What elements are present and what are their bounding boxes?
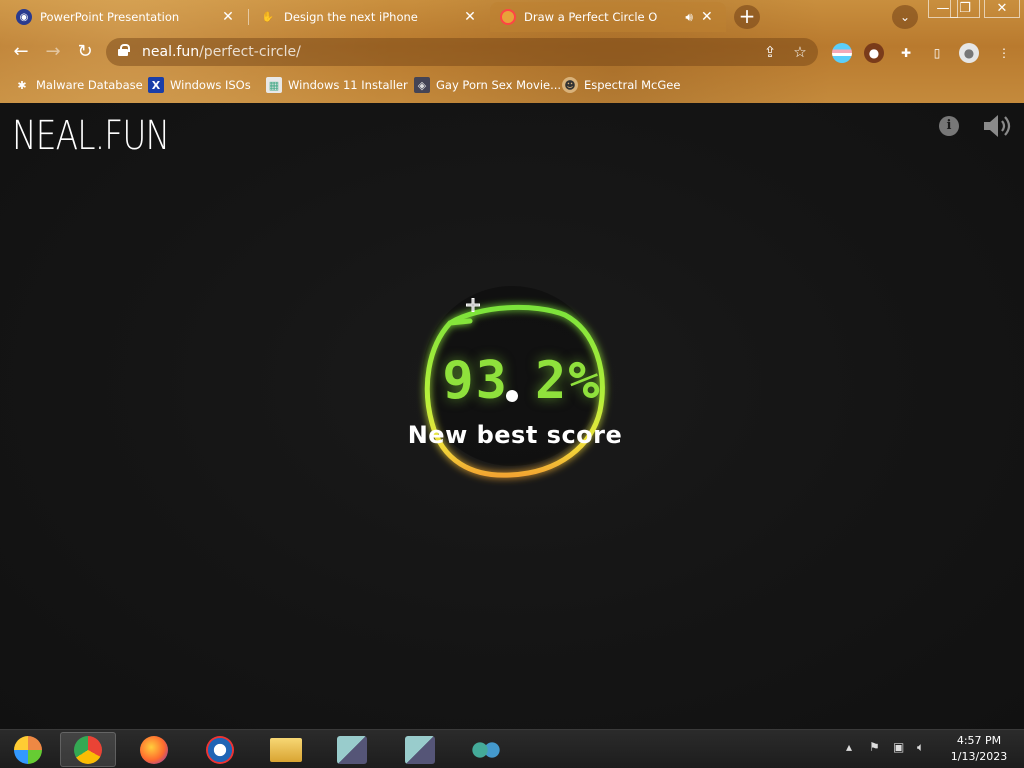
tab-strip: ◉ PowerPoint Presentation ✕ ✋ Design the… (0, 0, 1024, 34)
folder-icon (270, 737, 302, 762)
lock-icon (118, 44, 130, 56)
taskbar-explorer[interactable] (258, 732, 314, 767)
close-tab-icon[interactable]: ✕ (462, 9, 478, 25)
bookmark-malware-database[interactable]: ✱ Malware Database (14, 75, 143, 95)
bookmarks-bar: ✱ Malware Database X Windows ISOs ▦ Wind… (0, 70, 1024, 100)
address-bar[interactable]: neal.fun/perfect-circle/ ⇪ ☆ (106, 38, 818, 66)
tab-divider (248, 9, 249, 25)
image-icon: ▦ (266, 77, 282, 93)
close-window-button[interactable]: ✕ (984, 0, 1020, 18)
menu-icon[interactable]: ⋮ (994, 43, 1014, 63)
tab-search-button[interactable]: ⌄ (892, 5, 918, 29)
page-content[interactable]: NEAL.FUN i 93 2% New best score (0, 103, 1024, 729)
circle-icon (500, 9, 516, 25)
new-tab-button[interactable]: + (734, 5, 760, 29)
close-tab-icon[interactable]: ✕ (699, 9, 715, 25)
score-message: New best score (407, 421, 623, 449)
tab-title: Draw a Perfect Circle O (524, 10, 658, 24)
app-icon: ◈ (414, 77, 430, 93)
star-icon[interactable]: ☆ (790, 42, 810, 62)
info-icon[interactable]: i (939, 116, 959, 136)
globe-icon: ◉ (16, 9, 32, 25)
taskbar-firefox[interactable] (126, 732, 182, 767)
volume-icon[interactable]: 🔈︎ (917, 740, 924, 755)
bookmark-label: Windows ISOs (170, 78, 251, 92)
url-text[interactable]: neal.fun/perfect-circle/ (142, 44, 301, 60)
bookmark-movie[interactable]: ◈ Gay Porn Sex Movie... (414, 75, 561, 95)
bookmark-label: Windows 11 Installer (288, 78, 408, 92)
bookmark-windows-isos[interactable]: X Windows ISOs (148, 75, 251, 95)
tab-perfect-circle[interactable]: Draw a Perfect Circle O 🔊︎ ✕ (490, 2, 726, 32)
browser-toolbar: ← → ↻ neal.fun/perfect-circle/ ⇪ ☆ ● ✚ ▯… (0, 34, 1024, 70)
windows-orb-icon (14, 735, 42, 764)
reload-icon[interactable]: ↻ (74, 41, 96, 63)
bookmark-label: Gay Porn Sex Movie... (436, 78, 562, 92)
avatar-extension-icon[interactable]: ● (864, 43, 884, 63)
blue-circle-app-icon (206, 735, 234, 764)
installer-icon (405, 735, 435, 764)
share-icon[interactable]: ⇪ (760, 42, 780, 62)
bookmark-label: Espectral McGee (584, 78, 681, 92)
clock-date: 1/13/2023 (950, 750, 1008, 763)
sidebar-icon[interactable]: ▯ (927, 43, 947, 63)
tab-title: Design the next iPhone (284, 10, 418, 24)
chrome-icon (74, 735, 102, 764)
taskbar-app-circle[interactable] (192, 732, 248, 767)
center-dot (506, 390, 518, 402)
flag-icon[interactable]: ⚑ (869, 740, 880, 754)
profile-icon[interactable]: ● (959, 43, 979, 63)
bookmark-label: Malware Database (36, 78, 143, 92)
back-arrow-icon[interactable]: ← (10, 41, 32, 63)
bug-icon: ✱ (17, 78, 27, 92)
network-icon[interactable]: ▣ (893, 740, 904, 754)
crosshair-cursor-icon (466, 298, 480, 312)
speaker-icon[interactable]: 🔊︎ (685, 10, 693, 25)
flag-extension-icon[interactable] (832, 43, 852, 63)
tab-design-iphone[interactable]: ✋ Design the next iPhone ✕ (250, 2, 488, 32)
clock-time: 4:57 PM (956, 734, 1002, 747)
taskbar-installer-1[interactable] (324, 732, 380, 767)
system-clock[interactable]: 4:57 PM 1/13/2023 (946, 733, 1012, 765)
close-tab-icon[interactable]: ✕ (220, 9, 236, 25)
taskbar-messenger[interactable] (458, 732, 514, 767)
tab-title: PowerPoint Presentation (40, 10, 180, 24)
speaker-icon[interactable] (982, 113, 1012, 139)
taskbar-installer-2[interactable] (392, 732, 448, 767)
avatar-icon: ☻ (562, 77, 578, 93)
score-value: 93 2% (442, 351, 602, 411)
firefox-icon (140, 735, 168, 764)
puzzle-icon[interactable]: ✚ (896, 43, 916, 63)
tab-powerpoint[interactable]: ◉ PowerPoint Presentation ✕ (6, 2, 246, 32)
restore-button[interactable]: ❐ (950, 0, 980, 18)
taskbar-chrome[interactable] (60, 732, 116, 767)
taskbar: ▴ ⚑ ▣ 🔈︎ 4:57 PM 1/13/2023 (0, 729, 1024, 768)
bookmark-espectral-mcgee[interactable]: ☻ Espectral McGee (562, 75, 680, 95)
site-logo[interactable]: NEAL.FUN (12, 113, 170, 159)
browser-frame: ◉ PowerPoint Presentation ✕ ✋ Design the… (0, 0, 1024, 103)
installer-icon (337, 735, 367, 764)
start-button[interactable] (0, 732, 56, 767)
hand-icon: ✋ (261, 11, 275, 23)
forward-arrow-icon[interactable]: → (42, 41, 64, 63)
x-icon: X (148, 77, 164, 93)
show-hidden-icons-icon[interactable]: ▴ (846, 740, 852, 754)
bookmark-windows-11-installer[interactable]: ▦ Windows 11 Installer (266, 75, 408, 95)
messenger-icon (471, 736, 501, 763)
